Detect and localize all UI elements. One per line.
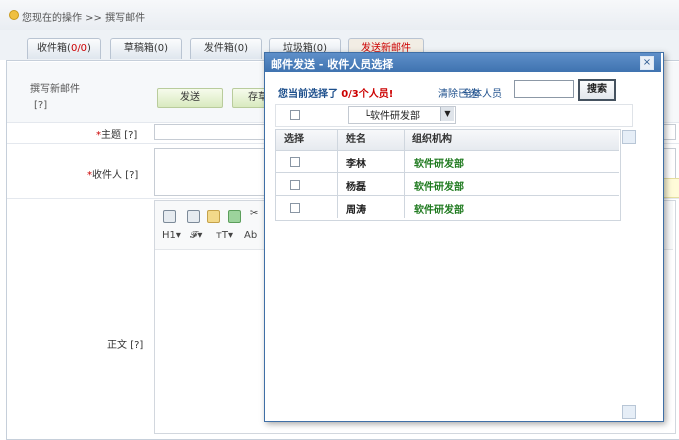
font-menu[interactable]: 𝓕▾ [190,230,202,241]
compose-help-link[interactable]: [?] [34,100,47,111]
chevron-down-icon[interactable]: ▼ [440,107,454,121]
undo-icon[interactable] [207,210,220,223]
column-divider [337,130,338,218]
recipient-picker-tab[interactable] [662,178,679,198]
tab-inbox-count: 0/0 [70,43,88,54]
subject-help-link[interactable]: [?] [124,130,137,141]
breadcrumb-bar: 您现在的操作 >> 撰写邮件 [0,0,679,31]
tab-inbox-label: 收件箱( [37,43,71,54]
column-divider [404,130,405,218]
column-header-org: 组织机构 [404,130,619,150]
dialog-title: 邮件发送 - 收件人员选择 [271,58,394,71]
close-icon[interactable]: × [640,56,654,70]
row-checkbox[interactable] [290,180,300,190]
source-icon[interactable] [163,210,176,223]
body-label-text: 正文 [107,340,127,351]
table-icon[interactable] [187,210,200,223]
recipient-label-text: 收件人 [92,170,122,181]
size-menu[interactable]: ᴛT▾ [216,230,233,241]
scroll-up-button[interactable] [622,130,636,144]
selection-suffix: 个人员! [358,89,394,100]
column-header-name: 姓名 [338,130,412,150]
recipient-help-link[interactable]: [?] [125,170,138,181]
row-checkbox[interactable] [290,203,300,213]
cut-icon[interactable]: ✂ [250,208,258,219]
select-all-checkbox[interactable] [290,110,300,120]
bulb-icon [9,10,19,20]
row-org: 软件研发部 [414,205,464,216]
subject-label: *主题 [?] [96,126,137,141]
tab-outbox[interactable]: 发件箱(0) [190,38,262,59]
row-name: 杨磊 [346,182,366,193]
recipient-label: *收件人 [?] [87,166,138,181]
row-divider [275,150,619,151]
tab-inbox[interactable]: 收件箱(0/0) [27,38,101,59]
department-select-value: └软件研发部 [364,111,421,122]
body-label: 正文 [?] [107,336,143,351]
search-button[interactable]: 搜索 [578,79,616,101]
row-checkbox[interactable] [290,157,300,167]
font-menu-label: 𝓕 [190,230,198,241]
compose-title: 撰写新邮件 [30,84,80,95]
heading-menu[interactable]: H1▾ [162,230,181,241]
heading-menu-label: H1 [162,230,176,241]
send-button[interactable]: 发送 [157,88,223,108]
redo-icon[interactable] [228,210,241,223]
column-header-select: 选择 [276,130,346,150]
body-help-link[interactable]: [?] [130,340,143,351]
breadcrumb: 您现在的操作 >> 撰写邮件 [22,13,146,24]
text-color-button[interactable]: Ab [244,230,257,241]
row-divider [275,172,619,173]
row-divider [275,195,619,196]
selection-summary: 您当前选择了 0/3个人员! [278,85,393,100]
subject-label-text: 主题 [101,130,121,141]
tab-inbox-suffix: ) [87,43,91,54]
tab-drafts[interactable]: 草稿箱(0) [110,38,182,59]
search-input[interactable] [514,80,574,98]
row-org: 软件研发部 [414,182,464,193]
row-name: 李林 [346,159,366,170]
row-name: 周涛 [346,205,366,216]
selection-count: 0/3 [341,89,359,100]
all-staff-link[interactable]: 全体人员 [462,85,502,100]
row-org: 软件研发部 [414,159,464,170]
scroll-down-button[interactable] [622,405,636,419]
size-menu-label: ᴛT [216,230,228,241]
selection-prefix: 您当前选择了 [278,89,338,100]
